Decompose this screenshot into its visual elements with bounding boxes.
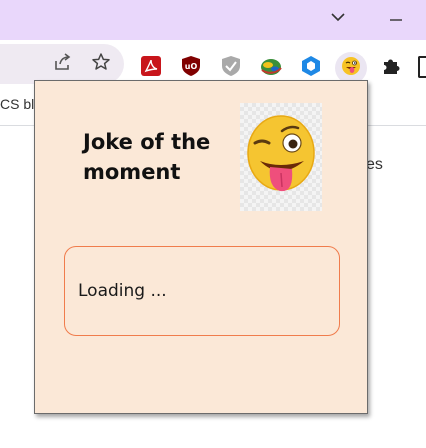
svg-text:uO: uO bbox=[185, 62, 198, 71]
extension-shield[interactable] bbox=[219, 56, 243, 80]
star-icon bbox=[91, 52, 111, 76]
joke-text: Loading ... bbox=[78, 281, 167, 301]
joke-globe-icon bbox=[259, 55, 283, 81]
extension-acrobat[interactable] bbox=[139, 56, 163, 80]
hexagon-icon bbox=[300, 55, 322, 81]
tab-search-button[interactable] bbox=[324, 6, 352, 30]
minimize-icon bbox=[389, 10, 403, 26]
share-button[interactable] bbox=[50, 52, 74, 76]
minimize-button[interactable] bbox=[382, 6, 410, 30]
extensions-menu-button[interactable] bbox=[379, 56, 403, 80]
share-icon bbox=[52, 52, 72, 76]
shield-icon bbox=[220, 55, 242, 81]
puzzle-icon bbox=[381, 56, 401, 80]
extension-hexagon[interactable] bbox=[299, 56, 323, 80]
ublock-icon: uO bbox=[180, 55, 202, 81]
chevron-down-icon bbox=[331, 10, 345, 26]
joke-container: Loading ... bbox=[64, 246, 340, 336]
wink-tongue-emoji-icon bbox=[247, 115, 315, 192]
title-bar bbox=[0, 0, 426, 40]
wink-emoji-icon bbox=[340, 55, 362, 81]
extension-globe[interactable] bbox=[259, 56, 283, 80]
side-panel-edge[interactable] bbox=[418, 56, 426, 78]
page-text-fragment: es bbox=[366, 156, 383, 173]
extensions-strip: uO bbox=[134, 46, 426, 84]
acrobat-icon bbox=[140, 55, 162, 81]
popup-title: Joke of the moment bbox=[83, 130, 211, 184]
bookmark-star-button[interactable] bbox=[89, 52, 113, 76]
emoji-image bbox=[240, 103, 322, 211]
joke-popup: Joke of the moment Loading ... bbox=[34, 80, 368, 414]
extension-ublock[interactable]: uO bbox=[179, 56, 203, 80]
